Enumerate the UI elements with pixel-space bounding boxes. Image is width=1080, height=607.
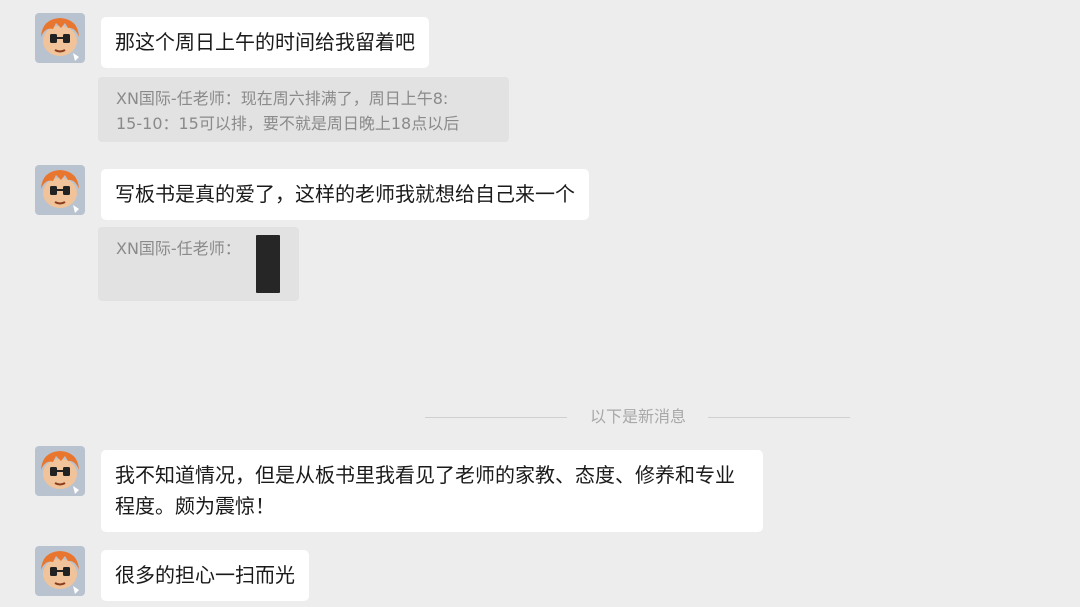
avatar[interactable] [35, 165, 85, 215]
message-bubble[interactable]: 我不知道情况，但是从板书里我看见了老师的家教、态度、修养和专业 程度。颇为震惊！ [101, 450, 763, 532]
avatar[interactable] [35, 546, 85, 596]
divider-label: 以下是新消息 [589, 407, 686, 426]
cartoon-avatar-icon [35, 446, 85, 496]
avatar[interactable] [35, 13, 85, 63]
message-text: 写板书是真的爱了，这样的老师我就想给自己来一个 [115, 182, 575, 206]
cartoon-avatar-icon [35, 546, 85, 596]
chat-window: 那这个周日上午的时间给我留着吧 XN国际-任老师：现在周六排满了，周日上午8: … [0, 0, 1080, 607]
quoted-reply[interactable]: XN国际-任老师： [98, 227, 299, 301]
cartoon-avatar-icon [35, 165, 85, 215]
message-bubble[interactable]: 写板书是真的爱了，这样的老师我就想给自己来一个 [101, 169, 589, 220]
divider-line [425, 417, 567, 418]
divider-line [708, 417, 850, 418]
quoted-text: XN国际-任老师：现在周六排满了，周日上午8: 15-10：15可以排，要不就是… [116, 89, 460, 133]
quoted-text: XN国际-任老师： [116, 239, 241, 258]
new-messages-divider: 以下是新消息 [425, 405, 850, 429]
message-text: 那这个周日上午的时间给我留着吧 [115, 30, 415, 54]
message-text: 我不知道情况，但是从板书里我看见了老师的家教、态度、修养和专业 程度。颇为震惊！ [115, 463, 735, 518]
avatar[interactable] [35, 446, 85, 496]
quoted-reply[interactable]: XN国际-任老师：现在周六排满了，周日上午8: 15-10：15可以排，要不就是… [98, 77, 509, 142]
message-bubble[interactable]: 那这个周日上午的时间给我留着吧 [101, 17, 429, 68]
message-bubble[interactable]: 很多的担心一扫而光 [101, 550, 309, 601]
message-text: 很多的担心一扫而光 [115, 563, 295, 587]
cartoon-avatar-icon [35, 13, 85, 63]
quoted-image-thumbnail[interactable] [256, 235, 280, 293]
